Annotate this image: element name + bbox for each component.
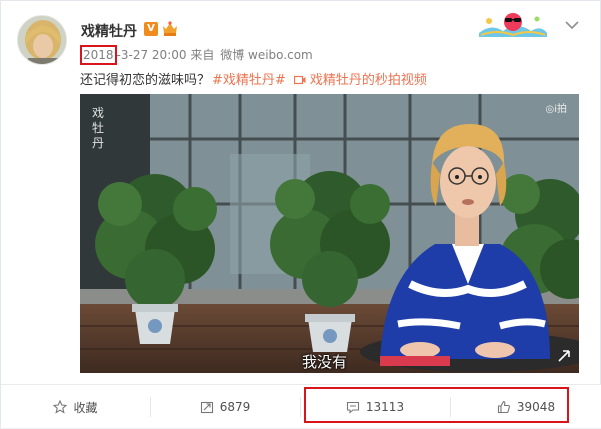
year-highlight: 2018 — [80, 45, 117, 65]
post-date[interactable]: -3-27 20:00 — [117, 48, 187, 62]
source-prefix: 来自 — [190, 48, 215, 62]
video-frame — [80, 94, 579, 373]
chevron-down-icon[interactable] — [565, 15, 579, 30]
video-icon — [293, 75, 306, 85]
post-source[interactable]: 微博 weibo.com — [220, 48, 313, 62]
repost-button[interactable]: 6879 — [150, 385, 300, 429]
avatar[interactable] — [17, 15, 67, 65]
verified-icon: V — [144, 22, 158, 36]
engagement-highlight-box — [304, 387, 569, 423]
sunglasses-sticker-icon — [477, 11, 549, 39]
username[interactable]: 戏精牡丹 — [81, 21, 137, 41]
repost-count: 6879 — [219, 400, 251, 414]
favorite-button[interactable]: 收藏 — [1, 385, 150, 429]
weibo-post-card: 戏精牡丹 V 2018 -3-27 20:00 来自 微博 weibo.com 还… — [0, 0, 601, 429]
topic-link[interactable]: #戏精牡丹# — [212, 73, 286, 88]
post-meta: 2018 -3-27 20:00 来自 微博 weibo.com — [80, 45, 313, 65]
video-watermark-brand: ◎i拍 — [545, 104, 567, 115]
video-player[interactable]: 戏牡丹 ◎i拍 我没有 — [80, 94, 579, 373]
video-link-label: 戏精牡丹的秒拍视频 — [309, 73, 427, 88]
vip-crown-icon — [161, 20, 179, 37]
video-link[interactable]: 戏精牡丹的秒拍视频 — [293, 73, 427, 88]
favorite-label: 收藏 — [73, 400, 98, 415]
video-watermark-logo: 戏牡丹 — [92, 106, 105, 150]
post-body: 还记得初恋的滋味吗？ — [80, 73, 211, 88]
repost-icon — [200, 401, 213, 414]
video-subtitle: 我没有 — [302, 353, 348, 371]
fullscreen-icon[interactable] — [557, 349, 571, 363]
post-text: 还记得初恋的滋味吗？ #戏精牡丹# 戏精牡丹的秒拍视频 — [80, 69, 427, 88]
star-icon — [53, 400, 68, 414]
